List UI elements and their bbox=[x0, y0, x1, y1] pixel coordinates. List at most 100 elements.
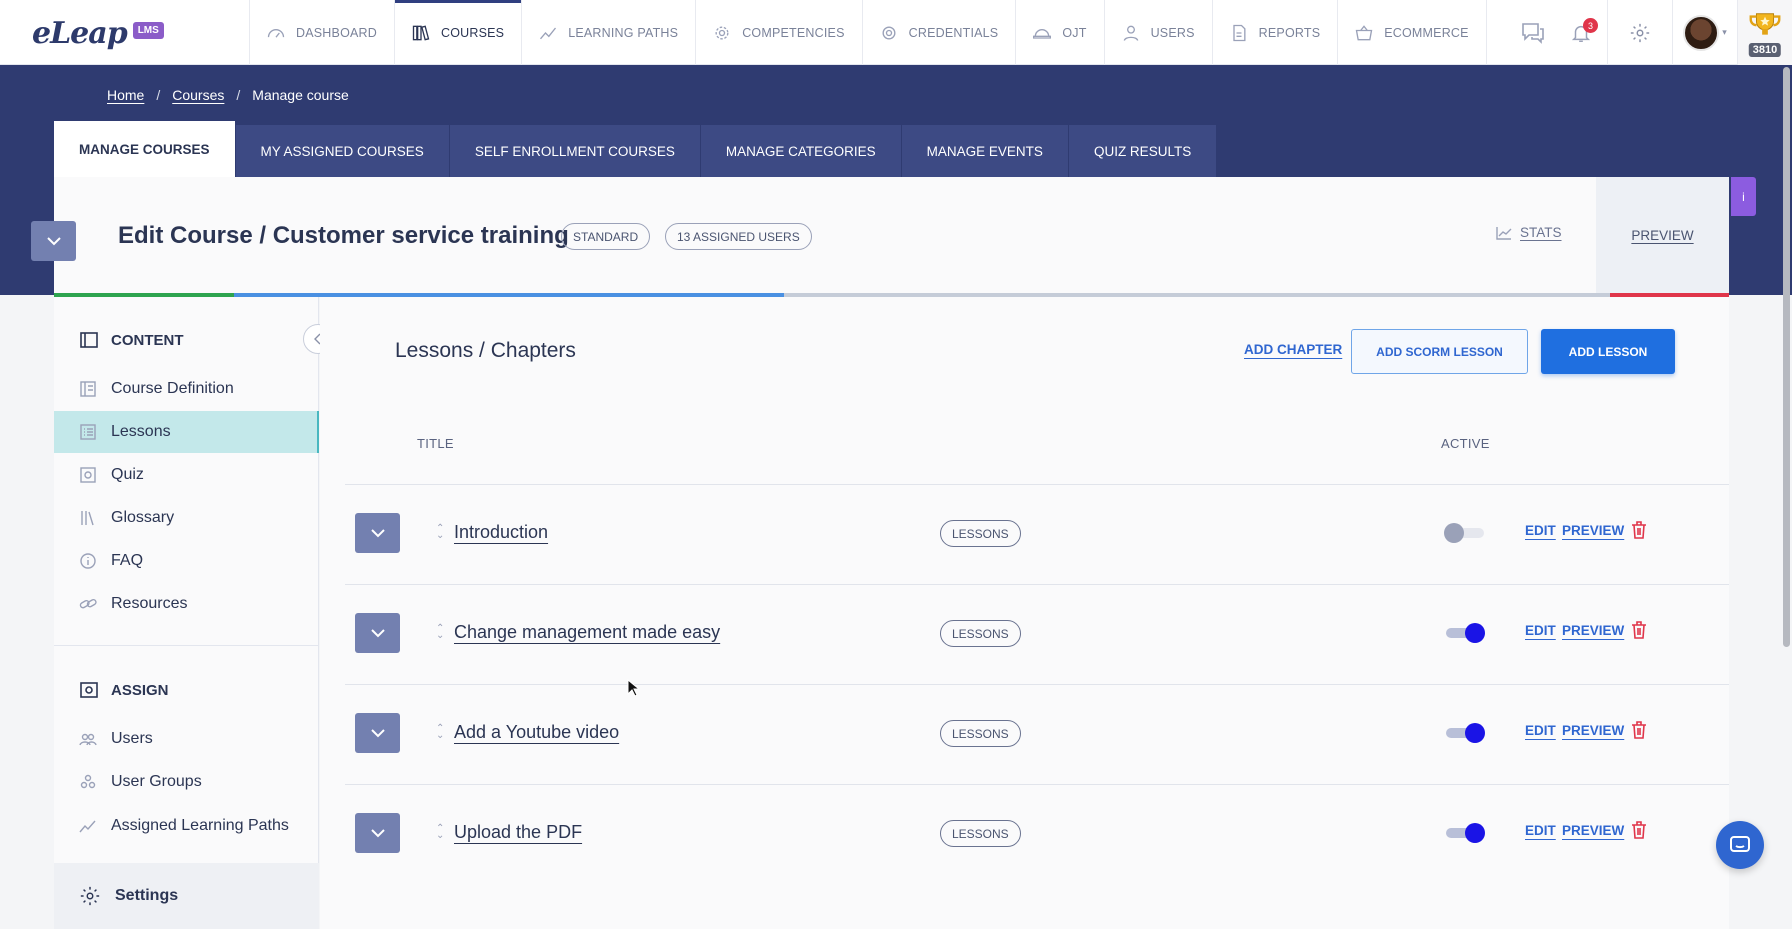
expand-row-button[interactable] bbox=[355, 813, 400, 853]
nav-users[interactable]: USERS bbox=[1103, 0, 1212, 65]
course-sidebar: CONTENT Course Definition Lessons Quiz G… bbox=[54, 297, 319, 929]
users-icon bbox=[79, 733, 97, 746]
stats-label: STATS bbox=[1520, 225, 1562, 240]
lesson-title[interactable]: Change management made easy bbox=[454, 622, 720, 643]
notifications-button[interactable]: 3 bbox=[1555, 0, 1607, 65]
info-side-tab[interactable]: i bbox=[1731, 177, 1756, 216]
sidebar-item-label: Glossary bbox=[111, 509, 175, 526]
nav-ojt[interactable]: OJT bbox=[1015, 0, 1103, 65]
chat-bubble-icon bbox=[1730, 836, 1750, 852]
sidebar-item-glossary[interactable]: Glossary bbox=[54, 497, 319, 539]
trash-icon[interactable] bbox=[1630, 620, 1648, 640]
trash-icon[interactable] bbox=[1630, 820, 1648, 840]
support-chat-button[interactable] bbox=[1716, 821, 1764, 869]
nav-label: CREDENTIALS bbox=[908, 25, 999, 40]
preview-link[interactable]: PREVIEW bbox=[1562, 723, 1624, 738]
sidebar-item-users[interactable]: Users bbox=[54, 718, 319, 760]
sidebar-item-assigned-learning-paths[interactable]: Assigned Learning Paths bbox=[54, 805, 319, 847]
tab-my-assigned-courses[interactable]: MY ASSIGNED COURSES bbox=[235, 125, 450, 177]
table-row: ⌃ ⌄ Upload the PDF LESSONS EDIT PREVIEW bbox=[345, 784, 1729, 884]
trash-icon[interactable] bbox=[1630, 520, 1648, 540]
drag-handle-icon[interactable]: ⌃ ⌄ bbox=[436, 724, 444, 741]
active-toggle[interactable] bbox=[1444, 823, 1486, 843]
breadcrumb-courses[interactable]: Courses bbox=[172, 87, 224, 103]
tab-self-enrollment-courses[interactable]: SELF ENROLLMENT COURSES bbox=[449, 125, 701, 177]
sidebar-item-faq[interactable]: FAQ bbox=[54, 540, 319, 582]
chevron-down-icon bbox=[370, 829, 385, 838]
points-trophy[interactable]: 3810 bbox=[1737, 0, 1792, 65]
active-toggle[interactable] bbox=[1444, 723, 1486, 743]
column-header-title: TITLE bbox=[417, 436, 454, 451]
breadcrumb-home[interactable]: Home bbox=[107, 87, 144, 103]
sidebar-item-user-groups[interactable]: User Groups bbox=[54, 761, 319, 803]
expand-row-button[interactable] bbox=[355, 513, 400, 553]
lesson-title[interactable]: Add a Youtube video bbox=[454, 722, 619, 743]
active-toggle[interactable] bbox=[1444, 623, 1486, 643]
drag-handle-icon[interactable]: ⌃ ⌄ bbox=[436, 824, 444, 841]
mouse-cursor-icon bbox=[627, 679, 639, 697]
lesson-type-badge: LESSONS bbox=[940, 820, 1021, 847]
section-title: Lessons / Chapters bbox=[395, 339, 576, 362]
nav-label: ECOMMERCE bbox=[1384, 25, 1469, 40]
preview-link[interactable]: PREVIEW bbox=[1562, 823, 1624, 838]
gear-icon bbox=[1630, 23, 1650, 42]
user-menu[interactable]: ▾ bbox=[1672, 0, 1737, 65]
sidebar-item-course-definition[interactable]: Course Definition bbox=[54, 368, 319, 410]
lesson-title[interactable]: Introduction bbox=[454, 522, 548, 543]
trophy-icon bbox=[1749, 12, 1781, 35]
nav-right-tools: 3 ▾ 3810 bbox=[1511, 0, 1792, 65]
active-toggle[interactable] bbox=[1444, 523, 1486, 543]
sidebar-item-quiz[interactable]: Quiz bbox=[54, 454, 319, 496]
chart-icon bbox=[1496, 226, 1512, 240]
edit-link[interactable]: EDIT bbox=[1525, 823, 1556, 838]
nav-courses[interactable]: COURSES bbox=[393, 0, 522, 65]
add-lesson-button[interactable]: ADD LESSON bbox=[1541, 329, 1675, 374]
nav-dashboard[interactable]: DASHBOARD bbox=[249, 0, 394, 65]
speedometer-icon bbox=[267, 28, 285, 38]
tab-quiz-results[interactable]: QUIZ RESULTS bbox=[1068, 125, 1218, 177]
edit-link[interactable]: EDIT bbox=[1525, 723, 1556, 738]
preview-link[interactable]: PREVIEW bbox=[1562, 623, 1624, 638]
messages-button[interactable] bbox=[1511, 0, 1555, 65]
preview-link[interactable]: PREVIEW bbox=[1562, 523, 1624, 538]
gear-cog-icon bbox=[715, 26, 729, 39]
drag-handle-icon[interactable]: ⌃ ⌄ bbox=[436, 624, 444, 641]
settings-button[interactable] bbox=[1607, 0, 1672, 65]
toggle-knob bbox=[1444, 523, 1464, 543]
tab-manage-categories[interactable]: MANAGE CATEGORIES bbox=[700, 125, 902, 177]
nav-label: COURSES bbox=[440, 25, 505, 40]
sidebar-item-resources[interactable]: Resources bbox=[54, 583, 319, 625]
add-chapter-button[interactable]: ADD CHAPTER bbox=[1244, 342, 1342, 357]
stats-link[interactable]: STATS bbox=[1496, 225, 1562, 240]
sidebar-item-label: Quiz bbox=[111, 466, 144, 483]
chevron-down-icon bbox=[370, 629, 385, 638]
page-scrollbar[interactable] bbox=[1783, 67, 1790, 647]
edit-link[interactable]: EDIT bbox=[1525, 623, 1556, 638]
nav-ecommerce[interactable]: ECOMMERCE bbox=[1337, 0, 1487, 65]
course-preview-button[interactable]: PREVIEW bbox=[1596, 177, 1729, 293]
course-collapse-button[interactable] bbox=[31, 221, 76, 261]
add-scorm-lesson-button[interactable]: ADD SCORM LESSON bbox=[1351, 329, 1528, 374]
sidebar-divider bbox=[54, 645, 319, 646]
edit-link[interactable]: EDIT bbox=[1525, 523, 1556, 538]
trash-icon[interactable] bbox=[1630, 720, 1648, 740]
sidebar-item-lessons[interactable]: Lessons bbox=[54, 411, 319, 453]
lesson-title[interactable]: Upload the PDF bbox=[454, 822, 582, 843]
drag-handle-icon[interactable]: ⌃ ⌄ bbox=[436, 524, 444, 541]
sidebar-settings[interactable]: Settings bbox=[54, 863, 319, 929]
chevron-down-icon bbox=[370, 729, 385, 738]
nav-label: COMPETENCIES bbox=[742, 25, 845, 40]
nav-learning-paths[interactable]: LEARNING PATHS bbox=[521, 0, 695, 65]
assigned-users-badge[interactable]: 13 ASSIGNED USERS bbox=[665, 223, 812, 250]
trend-line-icon bbox=[79, 820, 96, 833]
tab-manage-courses[interactable]: MANAGE COURSES bbox=[54, 121, 236, 177]
expand-row-button[interactable] bbox=[355, 613, 400, 653]
nav-credentials[interactable]: CREDENTIALS bbox=[861, 0, 1016, 65]
notification-count-badge: 3 bbox=[1583, 18, 1598, 33]
trend-line-icon bbox=[540, 27, 557, 39]
app-logo[interactable]: eLeap LMS bbox=[32, 16, 164, 51]
tab-manage-events[interactable]: MANAGE EVENTS bbox=[901, 125, 1069, 177]
expand-row-button[interactable] bbox=[355, 713, 400, 753]
nav-reports[interactable]: REPORTS bbox=[1211, 0, 1338, 65]
nav-competencies[interactable]: COMPETENCIES bbox=[695, 0, 861, 65]
